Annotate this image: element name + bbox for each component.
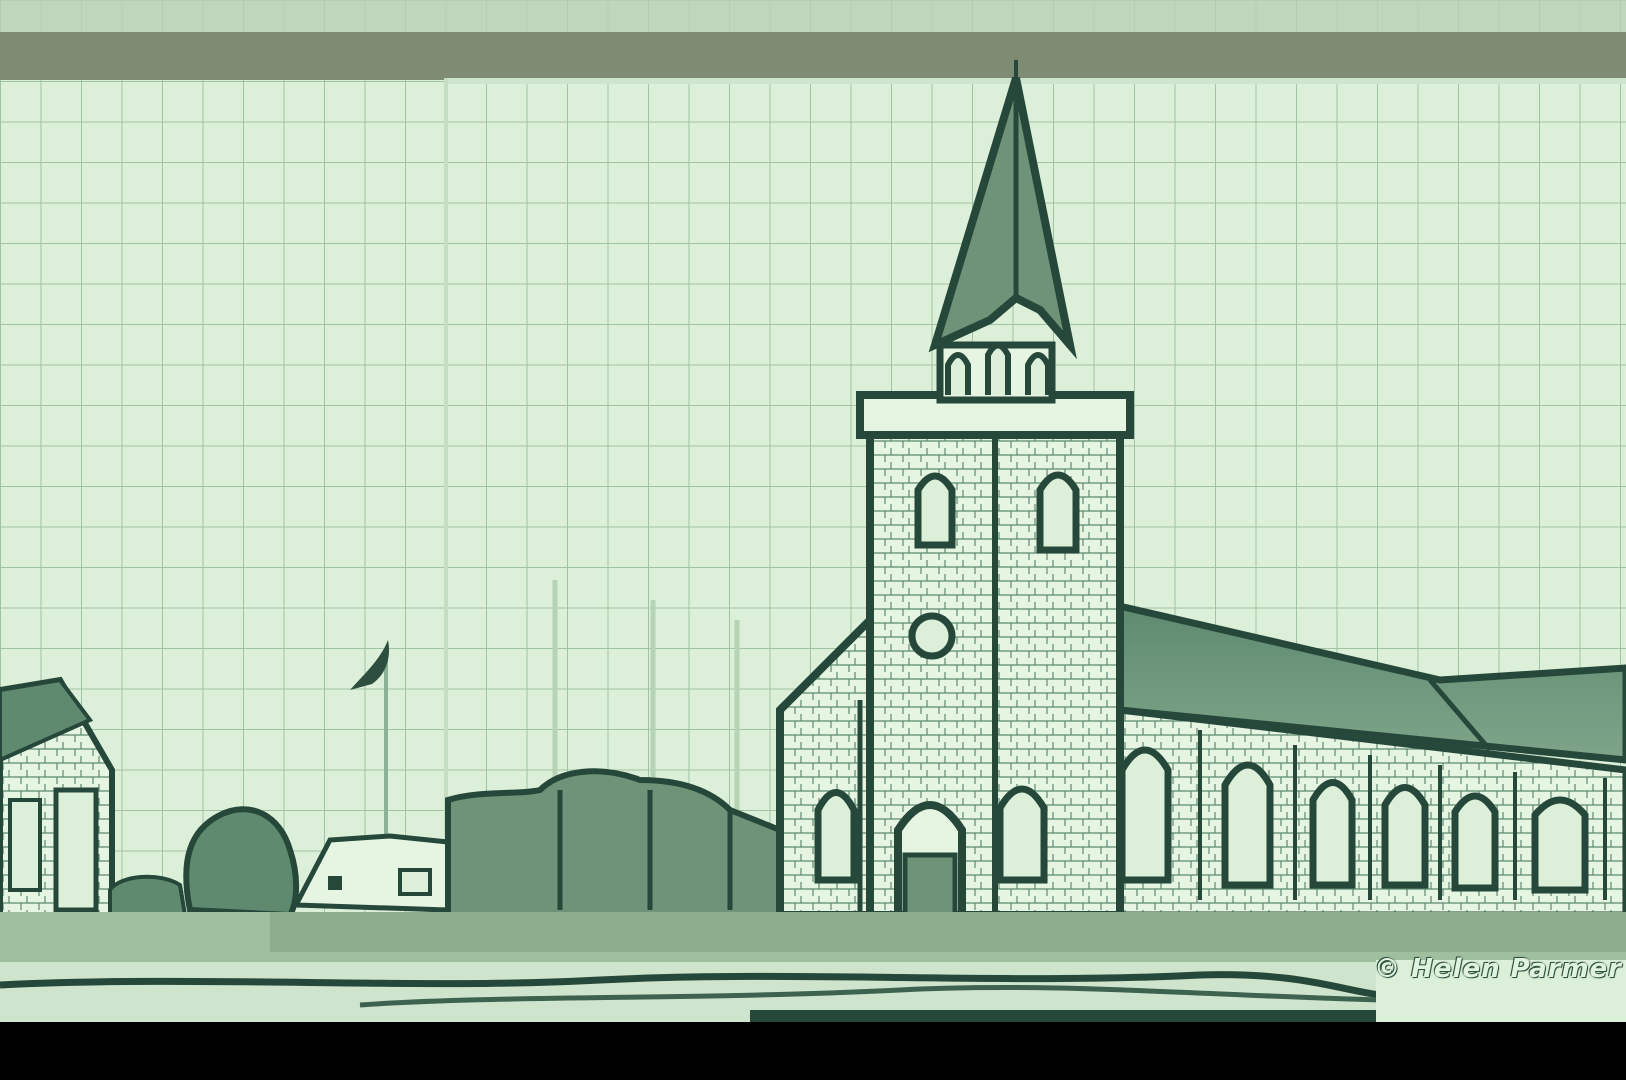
entrance-door xyxy=(902,852,958,918)
top-band xyxy=(0,32,1626,80)
image-canvas: © Helen Parmer xyxy=(0,0,1626,1080)
watermark-credit: © Helen Parmer xyxy=(1374,954,1622,984)
band-edge xyxy=(448,78,1626,84)
belfry xyxy=(936,341,1056,404)
top-strip xyxy=(0,0,1626,32)
shrub-left xyxy=(108,874,188,917)
bottom-border xyxy=(0,1022,1626,1080)
tower-round-window xyxy=(908,612,956,660)
tree-left xyxy=(183,806,300,919)
church-sketch-illustration xyxy=(0,0,1626,1080)
ground-shadow xyxy=(750,1010,1376,1022)
